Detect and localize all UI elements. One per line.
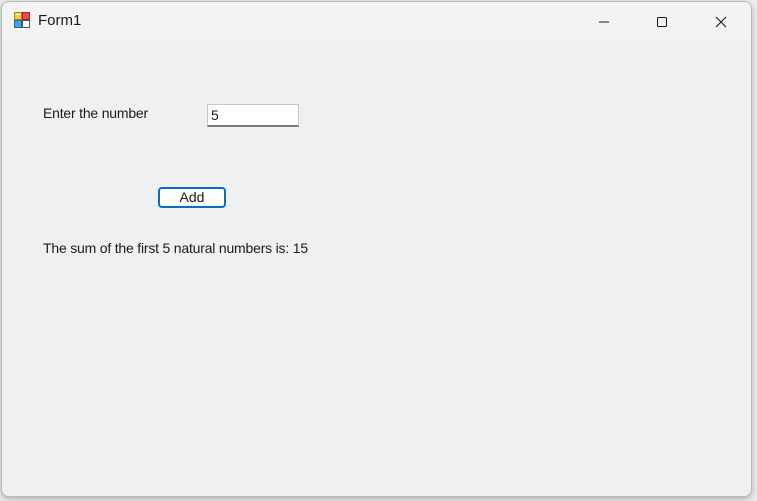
maximize-button[interactable] — [633, 2, 691, 41]
title-bar[interactable]: Form1 — [2, 2, 751, 41]
number-input[interactable] — [207, 104, 299, 127]
result-label: The sum of the first 5 natural numbers i… — [43, 240, 308, 256]
close-icon — [715, 16, 727, 28]
add-button[interactable]: Add — [158, 187, 226, 208]
minimize-button[interactable] — [575, 2, 633, 41]
form-window: Form1 Enter the number Add The sum of th… — [1, 1, 752, 497]
close-button[interactable] — [692, 2, 750, 41]
minimize-icon — [598, 16, 610, 28]
window-title: Form1 — [38, 12, 82, 29]
winforms-app-icon — [14, 12, 30, 28]
maximize-icon — [656, 16, 668, 28]
form-client-area: Enter the number Add The sum of the firs… — [2, 41, 751, 496]
prompt-label: Enter the number — [43, 105, 148, 121]
